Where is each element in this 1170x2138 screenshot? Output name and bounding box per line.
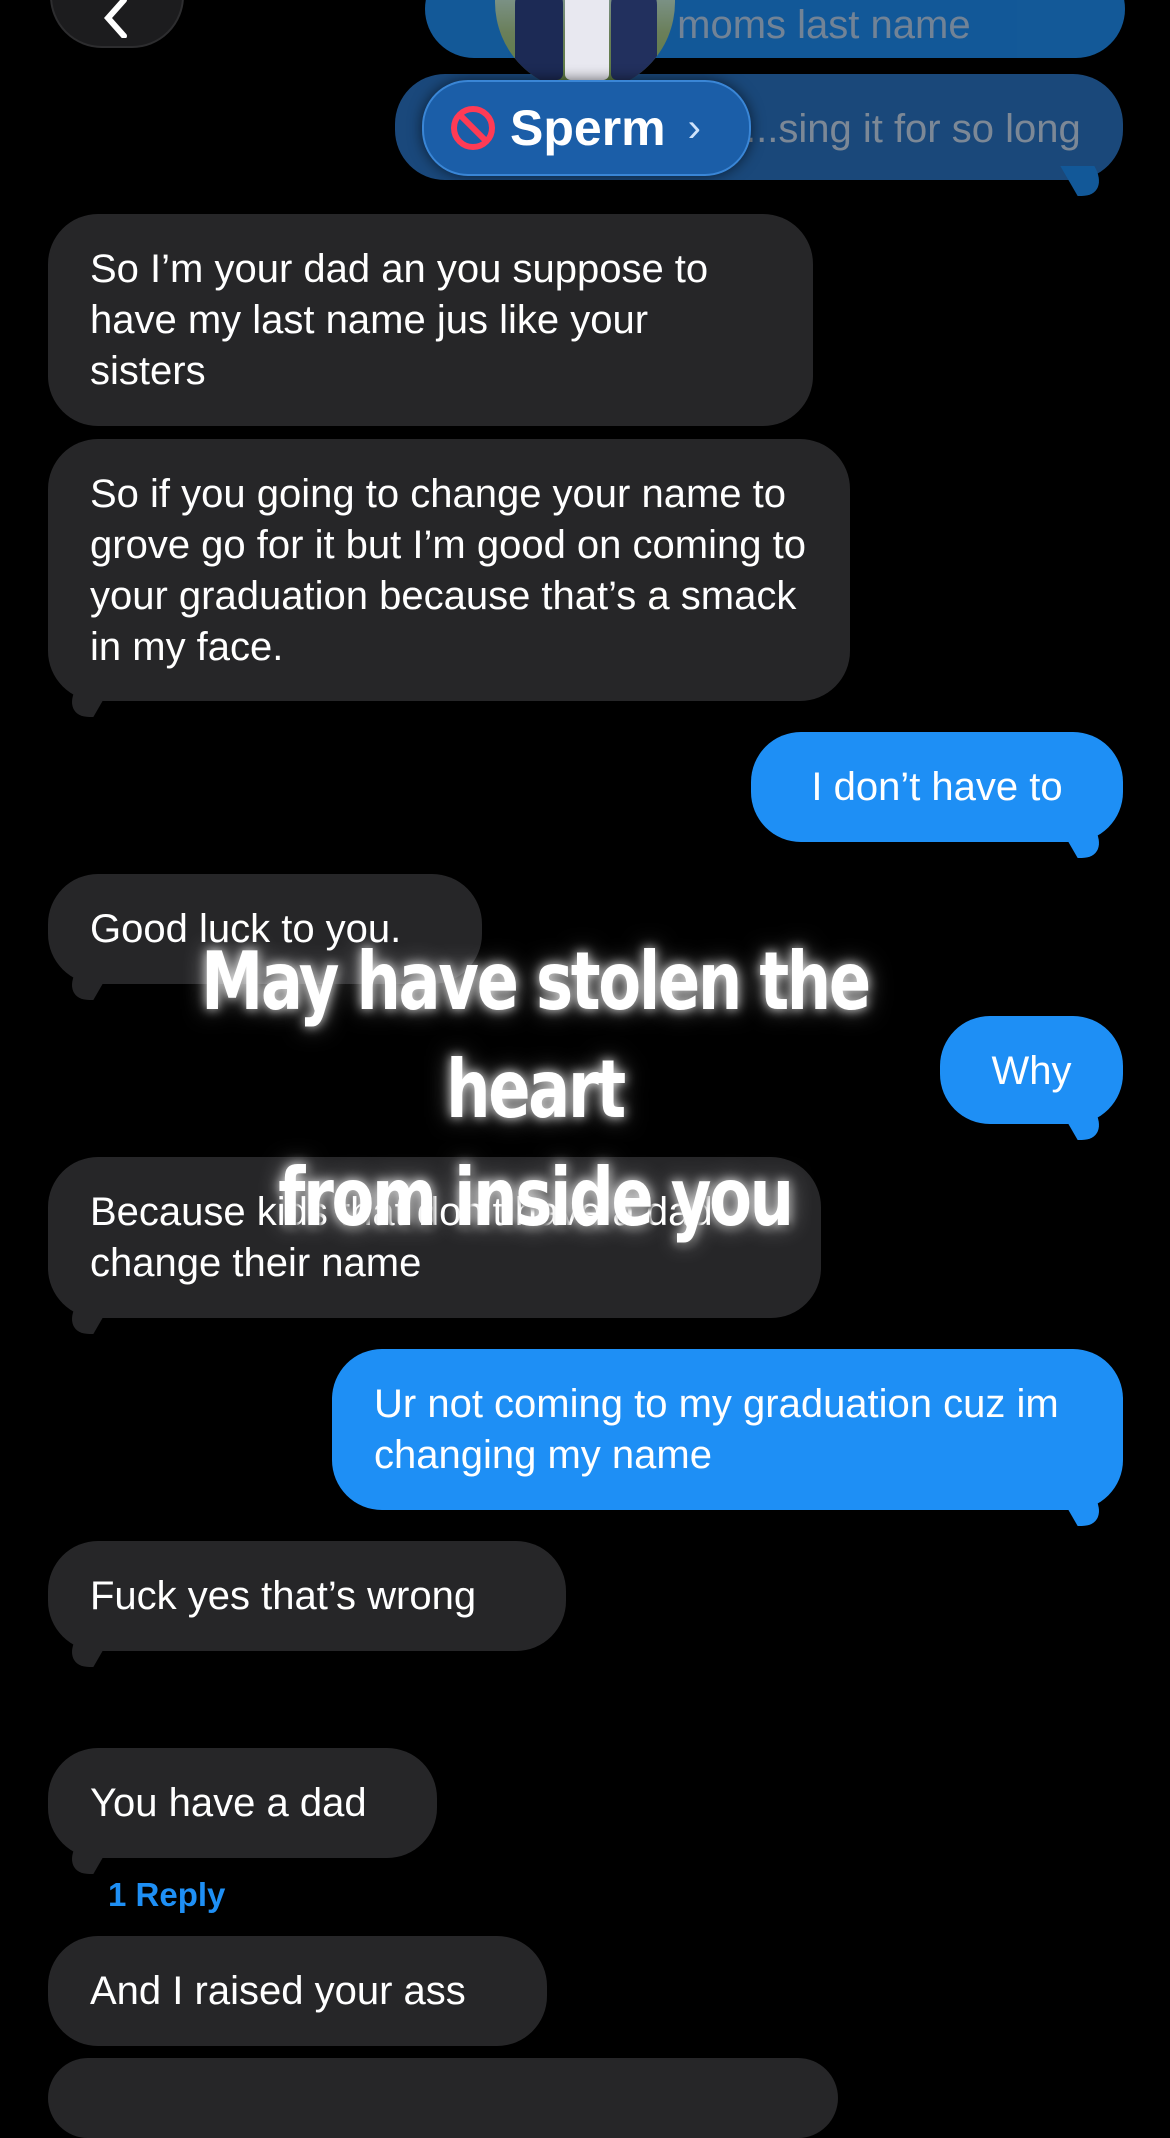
message-bubble-incoming[interactable]: Fuck yes that’s wrong (48, 1541, 566, 1651)
message-text: Fuck yes that’s wrong (90, 1574, 477, 1618)
back-button[interactable] (50, 0, 184, 48)
message-text: So if you going to change your name to g… (90, 472, 806, 669)
reply-count-link[interactable]: 1 Reply (108, 1876, 225, 1914)
message-text: I don’t have to (811, 765, 1063, 809)
message-bubble-incoming[interactable]: So if you going to change your name to g… (48, 439, 850, 701)
no-entry-icon (451, 106, 495, 150)
chevron-right-icon: › (687, 105, 701, 150)
message-text: So I’m your dad an you suppose to have m… (90, 247, 709, 393)
message-text: ...sing it for so long (745, 107, 1081, 151)
message-text: You have a dad (90, 1781, 367, 1825)
message-bubble-incoming[interactable]: So I’m your dad an you suppose to have m… (48, 214, 813, 426)
caption-line-2: from inside you (278, 1151, 794, 1244)
message-bubble-outgoing[interactable]: Why (940, 1016, 1123, 1124)
message-bubble-incoming[interactable]: And I raised your ass (48, 1936, 547, 2046)
message-bubble-incoming-partial[interactable] (48, 2058, 838, 2138)
chevron-left-icon (104, 0, 127, 38)
overlay-caption: May have stolen the heart from inside yo… (165, 928, 906, 1252)
contact-name: Sperm (510, 100, 666, 156)
contact-name-pill[interactable]: Sperm › (422, 80, 751, 176)
message-text: Why (991, 1049, 1072, 1093)
message-text: And I raised your ass (90, 1969, 466, 2013)
message-text: Ur not coming to my graduation cuz im ch… (374, 1382, 1059, 1477)
caption-line-1: May have stolen the heart (201, 935, 871, 1136)
contact-avatar[interactable] (495, 0, 675, 92)
message-bubble-outgoing[interactable]: I don’t have to (751, 732, 1123, 842)
message-bubble-incoming[interactable]: You have a dad (48, 1748, 437, 1858)
message-bubble-outgoing[interactable]: Ur not coming to my graduation cuz im ch… (332, 1349, 1123, 1510)
